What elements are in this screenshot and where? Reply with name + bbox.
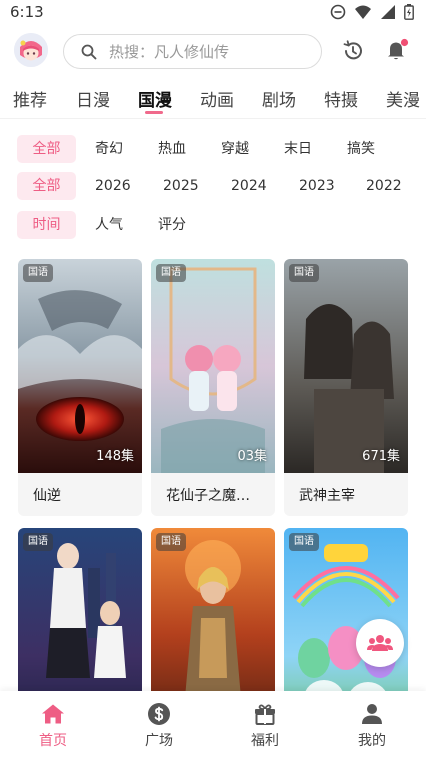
group-icon <box>367 635 393 651</box>
bell-icon[interactable] <box>385 38 409 62</box>
gift-icon <box>255 704 275 725</box>
history-icon[interactable] <box>342 40 364 62</box>
tab-recommend[interactable]: 推荐 <box>13 86 47 111</box>
poster: 国语 148集 <box>18 259 142 473</box>
wifi-icon <box>355 5 371 19</box>
language-badge: 国语 <box>23 533 53 551</box>
episode-count: 03集 <box>237 449 267 464</box>
nav-plaza-label: 广场 <box>145 733 173 749</box>
card-title: 花仙子之魔… <box>151 473 275 516</box>
community-fab[interactable] <box>356 619 404 667</box>
filter-year-all[interactable]: 全部 <box>17 172 76 200</box>
sort-by-popularity[interactable]: 人气 <box>95 211 123 239</box>
filter-year-2023[interactable]: 2023 <box>299 172 335 200</box>
tab-japanese-anime[interactable]: 日漫 <box>76 86 110 111</box>
sort-by-time[interactable]: 时间 <box>17 211 76 239</box>
avatar[interactable] <box>14 33 48 67</box>
status-time: 6:13 <box>10 3 44 21</box>
home-icon <box>42 704 64 724</box>
tab-american-comics[interactable]: 美漫 <box>386 86 420 111</box>
filter-year-2022[interactable]: 2022 <box>366 172 402 200</box>
filter-genre-hot-blooded[interactable]: 热血 <box>158 135 186 163</box>
search-icon <box>81 44 97 59</box>
search-box[interactable]: 热搜：凡人修仙传 <box>63 34 322 69</box>
episode-count: 148集 <box>96 449 134 464</box>
filter-row-year: 全部 2026 2025 2024 2023 2022 <box>0 172 426 202</box>
nav-mine[interactable]: 我的 <box>319 691 425 757</box>
language-badge: 国语 <box>289 533 319 551</box>
nav-mine-label: 我的 <box>358 733 386 749</box>
poster: 国语 671集 <box>284 259 408 473</box>
language-badge: 国语 <box>289 264 319 282</box>
filter-genre-apocalypse[interactable]: 末日 <box>284 135 312 163</box>
card-title: 武神主宰 <box>284 473 408 516</box>
search-placeholder: 热搜：凡人修仙传 <box>109 43 230 61</box>
tab-tokusatsu[interactable]: 特摄 <box>324 86 358 111</box>
tab-chinese-anime[interactable]: 国漫 <box>138 86 172 111</box>
filter-row-genre: 全部 奇幻 热血 穿越 末日 搞笑 <box>0 135 426 165</box>
dollar-icon <box>148 703 170 725</box>
sort-by-rating[interactable]: 评分 <box>158 211 186 239</box>
signal-icon <box>381 5 395 19</box>
user-icon <box>362 704 382 724</box>
nav-welfare[interactable]: 福利 <box>212 691 318 757</box>
nav-home[interactable]: 首页 <box>0 691 106 757</box>
status-icons <box>330 4 414 20</box>
tab-animation[interactable]: 动画 <box>200 86 234 111</box>
language-badge: 国语 <box>156 264 186 282</box>
poster: 国语 03集 <box>151 259 275 473</box>
category-tabs: 推荐 日漫 国漫 动画 剧场 特摄 美漫 <box>0 80 426 116</box>
filter-genre-time-travel[interactable]: 穿越 <box>221 135 249 163</box>
active-tab-indicator <box>145 111 163 114</box>
filter-row-sort: 时间 人气 评分 <box>0 211 426 241</box>
filter-year-2026[interactable]: 2026 <box>95 172 131 200</box>
filter-genre-comedy[interactable]: 搞笑 <box>347 135 375 163</box>
nav-plaza[interactable]: 广场 <box>106 691 212 757</box>
divider <box>0 118 426 119</box>
card-title: 仙逆 <box>18 473 142 516</box>
nav-home-label: 首页 <box>39 733 67 749</box>
nav-welfare-label: 福利 <box>251 733 279 749</box>
status-bar: 6:13 <box>0 0 426 24</box>
filter-year-2024[interactable]: 2024 <box>231 172 267 200</box>
episode-count: 671集 <box>362 449 400 464</box>
language-badge: 国语 <box>23 264 53 282</box>
filter-genre-fantasy[interactable]: 奇幻 <box>95 135 123 163</box>
filter-genre-all[interactable]: 全部 <box>17 135 76 163</box>
tab-theater[interactable]: 剧场 <box>262 86 296 111</box>
dnd-icon <box>330 4 346 20</box>
filter-year-2025[interactable]: 2025 <box>163 172 199 200</box>
bottom-nav: 首页 广场 福利 我的 <box>0 691 426 757</box>
battery-icon <box>404 4 414 20</box>
language-badge: 国语 <box>156 533 186 551</box>
top-bar: 热搜：凡人修仙传 <box>0 30 426 74</box>
